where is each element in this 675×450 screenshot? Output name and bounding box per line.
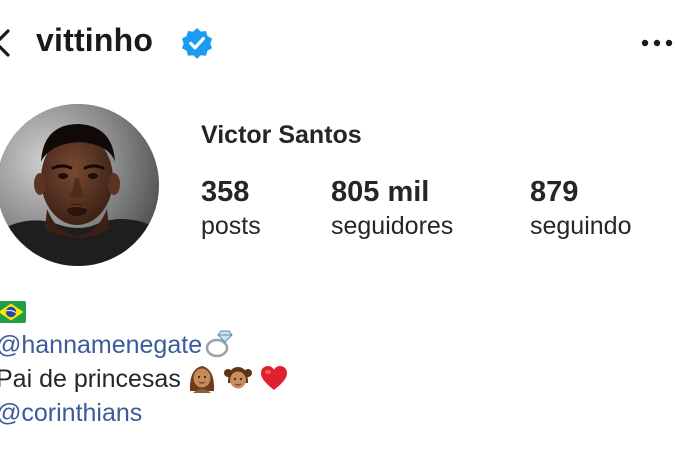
bio-text: Pai de princesas	[0, 365, 181, 393]
mention-link-corinthians[interactable]: @corinthians	[0, 399, 142, 427]
ring-icon	[204, 329, 234, 359]
bio-mention-line-1: @hannamenegate	[0, 329, 234, 361]
followers-count: 805 mil	[331, 176, 430, 208]
following-count: 879	[530, 176, 579, 208]
woman-emoji-icon	[187, 363, 217, 393]
profile-full-name: Victor Santos	[201, 121, 362, 149]
bio-mention-line-2: @corinthians	[0, 397, 142, 429]
girl-emoji-icon	[223, 363, 253, 393]
followers-label: seguidores	[331, 212, 454, 240]
profile-avatar[interactable]	[0, 104, 159, 266]
bio-flag-line	[0, 293, 26, 325]
red-heart-icon	[259, 363, 289, 393]
stat-posts[interactable]: 358 posts	[201, 176, 261, 244]
stat-following[interactable]: 879 seguindo	[530, 176, 631, 244]
more-options-icon[interactable]	[640, 28, 674, 58]
posts-count: 358	[201, 176, 250, 208]
back-chevron-icon[interactable]	[0, 28, 16, 58]
profile-username: vittinho	[36, 22, 154, 58]
bio-text-line: Pai de princesas	[0, 363, 289, 395]
verified-badge-icon	[181, 27, 213, 59]
mention-link-hannamenegate[interactable]: @hannamenegate	[0, 331, 202, 359]
posts-label: posts	[201, 212, 261, 240]
profile-header: vittinho	[0, 0, 675, 84]
brazil-flag-icon	[0, 299, 26, 324]
following-label: seguindo	[530, 212, 632, 240]
profile-page: vittinho Victor Santos 358 posts 805 mil…	[0, 0, 675, 450]
stat-followers[interactable]: 805 mil seguidores	[331, 176, 453, 244]
